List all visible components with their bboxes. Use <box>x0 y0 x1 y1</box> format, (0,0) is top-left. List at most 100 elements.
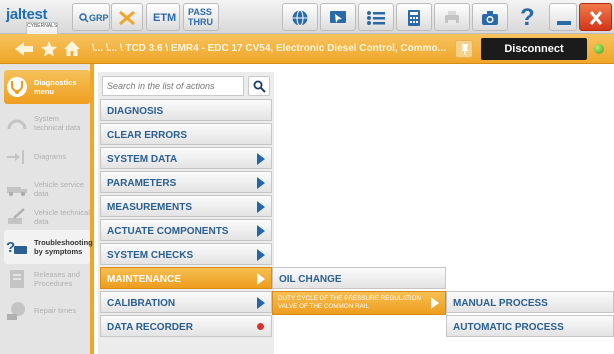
action-label: CALIBRATION <box>107 298 176 309</box>
action-label: DATA RECORDER <box>107 322 193 333</box>
action-calibration[interactable]: CALIBRATION <box>100 291 272 313</box>
sidebar-item-label: Releases and Procedures <box>34 270 80 288</box>
list-button[interactable] <box>358 3 394 31</box>
submenu-automatic-process[interactable]: AUTOMATIC PROCESS <box>446 315 614 337</box>
action-label: MEASUREMENTS <box>107 202 193 213</box>
sidebar-item-label: Vehicle service data <box>34 180 85 198</box>
pin-button[interactable] <box>455 40 473 58</box>
favorites-star-icon[interactable] <box>40 40 58 58</box>
sidebar-item-vehicle-technical-data[interactable]: Vehicle technical data <box>4 200 90 234</box>
pass-thru-label: PASS THRU <box>188 7 213 27</box>
calculator-button[interactable] <box>396 3 432 31</box>
submenu-duty-cycle-pressure-valve[interactable]: DUTY CYCLE OF THE PRESSURE REGULATION VA… <box>272 291 446 315</box>
submenu-label: MANUAL PROCESS <box>453 298 548 309</box>
calculator-icon <box>408 10 420 26</box>
action-system-checks[interactable]: SYSTEM CHECKS <box>100 243 272 265</box>
troubleshooting-icon: ? <box>6 239 27 256</box>
action-maintenance[interactable]: MAINTENANCE <box>100 267 272 289</box>
search-icon <box>79 13 89 23</box>
pass-thru-button[interactable]: PASS THRU <box>183 3 219 31</box>
svg-text:?: ? <box>520 5 535 29</box>
action-measurements[interactable]: MEASUREMENTS <box>100 195 272 217</box>
top-toolbar: jaltest CYBERNALS GRP ETM PASS THRU ? <box>0 0 614 44</box>
stethoscope-icon <box>7 77 27 97</box>
etm-button[interactable]: ETM <box>146 3 180 31</box>
print-button[interactable] <box>434 3 470 31</box>
jaltest-logo: jaltest CYBERNALS <box>6 6 72 44</box>
action-actuate-components[interactable]: ACTUATE COMPONENTS <box>100 219 272 241</box>
connection-status-indicator <box>594 44 604 54</box>
minimize-button[interactable] <box>549 3 577 31</box>
sidebar-item-label: Troubleshooting by symptoms <box>34 238 93 256</box>
submenu-arrow-icon <box>257 249 265 261</box>
logo-text: jaltest <box>6 6 48 23</box>
wrench-icon <box>8 208 25 224</box>
submenu-arrow-icon <box>257 177 265 189</box>
action-label: CLEAR ERRORS <box>107 130 188 141</box>
sidebar: Diagnostics menu System technical data D… <box>0 64 94 354</box>
action-label: SYSTEM DATA <box>107 154 178 165</box>
home-icon[interactable] <box>63 40 81 58</box>
truck-icon <box>7 187 27 196</box>
submenu-manual-process[interactable]: MANUAL PROCESS <box>446 291 614 313</box>
sidebar-item-label: Diagnostics menu <box>34 78 77 96</box>
sidebar-item-troubleshooting[interactable]: ? Troubleshooting by symptoms <box>4 230 93 264</box>
svg-text:?: ? <box>6 239 15 256</box>
submenu-label: OIL CHANGE <box>279 274 342 285</box>
sidebar-item-diagnostics-menu[interactable]: Diagnostics menu <box>4 70 90 104</box>
record-dot-icon <box>257 323 264 330</box>
sidebar-item-repair-times[interactable]: Repair times <box>4 294 90 328</box>
camera-icon <box>482 11 498 25</box>
submenu-label: DUTY CYCLE OF THE PRESSURE REGULATION VA… <box>278 295 422 310</box>
globe-icon <box>292 10 308 26</box>
grp-button[interactable]: GRP <box>72 3 110 31</box>
minimize-icon <box>557 21 571 25</box>
tools-icon <box>119 10 135 26</box>
submenu-arrow-icon <box>257 225 265 237</box>
camera-button[interactable] <box>472 3 508 31</box>
action-label: MAINTENANCE <box>107 274 181 285</box>
pin-icon <box>461 44 469 55</box>
search-button[interactable] <box>248 76 270 96</box>
sidebar-item-label: System technical data <box>34 114 81 132</box>
action-label: ACTUATE COMPONENTS <box>107 226 229 237</box>
list-icon <box>367 11 385 25</box>
etm-label: ETM <box>153 12 177 24</box>
submenu-arrow-icon <box>257 297 265 309</box>
sidebar-item-diagrams[interactable]: Diagrams <box>4 140 90 174</box>
close-icon <box>589 11 602 25</box>
remote-button[interactable] <box>320 3 356 31</box>
printer-icon <box>445 11 459 25</box>
close-button[interactable] <box>579 3 612 31</box>
action-system-data[interactable]: SYSTEM DATA <box>100 147 272 169</box>
action-label: SYSTEM CHECKS <box>107 250 194 261</box>
cursor-monitor-icon <box>330 11 346 23</box>
diagram-icon <box>7 150 24 164</box>
action-label: PARAMETERS <box>107 178 177 189</box>
action-parameters[interactable]: PARAMETERS <box>100 171 272 193</box>
action-label: DIAGNOSIS <box>107 106 164 117</box>
nav-bar: \... \... \ TCD 3.6 \ EMR4 - EDC 17 CV54… <box>0 34 614 64</box>
gauge-icon <box>7 119 27 130</box>
tools-button[interactable] <box>111 3 143 31</box>
sidebar-item-releases-procedures[interactable]: Releases and Procedures <box>4 262 90 296</box>
sidebar-item-label: Diagrams <box>34 152 67 161</box>
submenu-arrow-icon <box>257 273 265 285</box>
help-button[interactable]: ? <box>512 3 542 31</box>
sidebar-item-system-technical-data[interactable]: System technical data <box>4 106 90 140</box>
sidebar-item-label: Repair times <box>34 306 77 315</box>
action-data-recorder[interactable]: DATA RECORDER <box>100 315 272 337</box>
search-icon <box>253 80 266 93</box>
submenu-arrow-icon <box>257 153 265 165</box>
submenu-oil-change[interactable]: OIL CHANGE <box>272 267 446 289</box>
document-icon <box>10 270 24 288</box>
clock-icon <box>7 302 25 320</box>
search-actions-input[interactable] <box>102 76 244 96</box>
help-icon: ? <box>520 5 535 29</box>
disconnect-button[interactable]: Disconnect <box>481 38 587 60</box>
breadcrumb: \... \... \ TCD 3.6 \ EMR4 - EDC 17 CV54… <box>92 43 446 54</box>
action-diagnosis[interactable]: DIAGNOSIS <box>100 99 272 121</box>
back-arrow-icon[interactable] <box>14 40 34 58</box>
action-clear-errors[interactable]: CLEAR ERRORS <box>100 123 272 145</box>
web-button[interactable] <box>282 3 318 31</box>
